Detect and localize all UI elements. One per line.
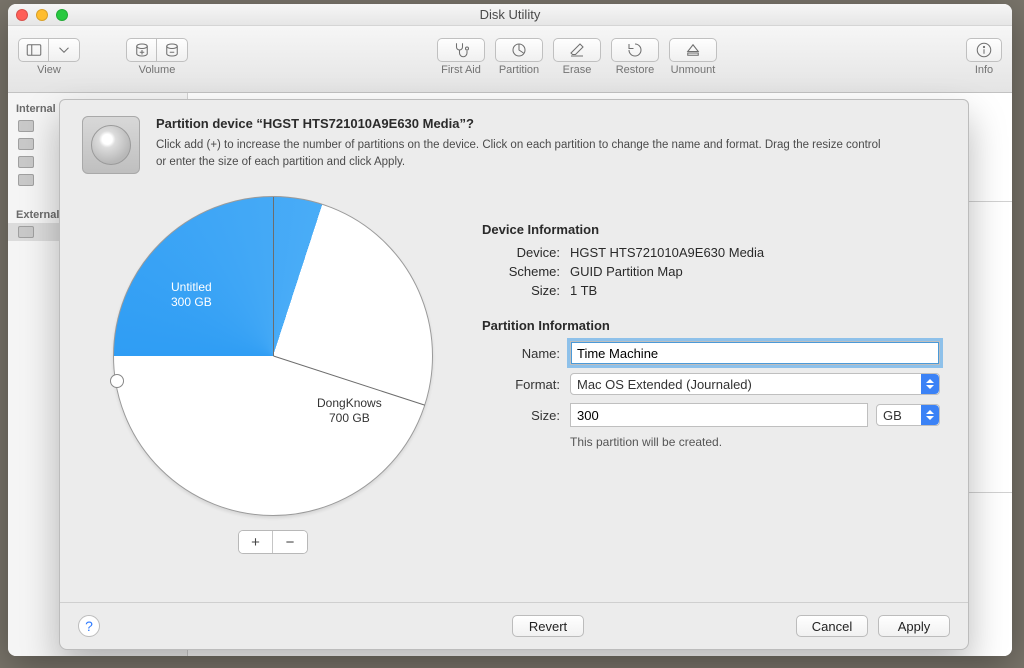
- remove-partition-button[interactable]: −: [273, 531, 307, 553]
- partition-button[interactable]: Partition: [495, 38, 543, 76]
- sheet-subtitle: Click add (+) to increase the number of …: [156, 137, 886, 170]
- window-title: Disk Utility: [8, 7, 1012, 22]
- partition-name-input[interactable]: [570, 341, 940, 365]
- pie-slice-label: DongKnows 700 GB: [317, 396, 382, 426]
- restore-icon: [626, 41, 644, 59]
- stethoscope-icon: [452, 41, 470, 59]
- eject-icon: [684, 41, 702, 59]
- harddrive-icon: [82, 116, 140, 174]
- resize-handle[interactable]: [110, 374, 124, 388]
- volume-add-icon: [133, 41, 151, 59]
- restore-button[interactable]: Restore: [611, 38, 659, 76]
- eraser-icon: [568, 41, 586, 59]
- sidebar-icon: [25, 41, 43, 59]
- add-partition-button[interactable]: +: [239, 531, 273, 553]
- chevron-updown-icon: [921, 405, 939, 425]
- partition-info-heading: Partition Information: [482, 318, 940, 333]
- device-size-value: 1 TB: [570, 283, 597, 298]
- titlebar[interactable]: Disk Utility: [8, 4, 1012, 26]
- sheet-title: Partition device “HGST HTS721010A9E630 M…: [156, 116, 886, 131]
- drive-icon: [18, 120, 34, 132]
- disk-utility-window: Disk Utility View Volume First Aid: [8, 4, 1012, 656]
- erase-button[interactable]: Erase: [553, 38, 601, 76]
- device-info-heading: Device Information: [482, 222, 940, 237]
- volume-toolbar-item[interactable]: Volume: [126, 38, 188, 76]
- drive-icon: [18, 138, 34, 150]
- partition-pie-chart[interactable]: Untitled 300 GB DongKnows 700 GB: [113, 196, 433, 516]
- unmount-button[interactable]: Unmount: [669, 38, 717, 76]
- revert-button[interactable]: Revert: [512, 615, 584, 637]
- first-aid-button[interactable]: First Aid: [437, 38, 485, 76]
- volume-remove-icon: [163, 41, 181, 59]
- info-icon: [975, 41, 993, 59]
- device-value: HGST HTS721010A9E630 Media: [570, 245, 764, 260]
- apply-button[interactable]: Apply: [878, 615, 950, 637]
- partition-size-input[interactable]: [570, 403, 868, 427]
- toolbar: View Volume First Aid Partition Erase: [8, 26, 1012, 93]
- help-button[interactable]: ?: [78, 615, 100, 637]
- format-select[interactable]: Mac OS Extended (Journaled): [570, 373, 940, 395]
- add-remove-segmented: + −: [238, 530, 308, 554]
- info-button[interactable]: Info: [966, 38, 1002, 76]
- drive-icon: [18, 174, 34, 186]
- cancel-button[interactable]: Cancel: [796, 615, 868, 637]
- partition-sheet: Partition device “HGST HTS721010A9E630 M…: [59, 99, 969, 650]
- pie-slice-label: Untitled 300 GB: [171, 280, 212, 310]
- chevron-updown-icon: [921, 374, 939, 394]
- view-toolbar-item[interactable]: View: [18, 38, 80, 76]
- drive-icon: [18, 226, 34, 238]
- scheme-value: GUID Partition Map: [570, 264, 683, 279]
- partition-note: This partition will be created.: [570, 435, 940, 449]
- pie-chart-icon: [510, 41, 528, 59]
- chevron-down-icon: [55, 41, 73, 59]
- drive-icon: [18, 156, 34, 168]
- size-unit-select[interactable]: GB: [876, 404, 940, 426]
